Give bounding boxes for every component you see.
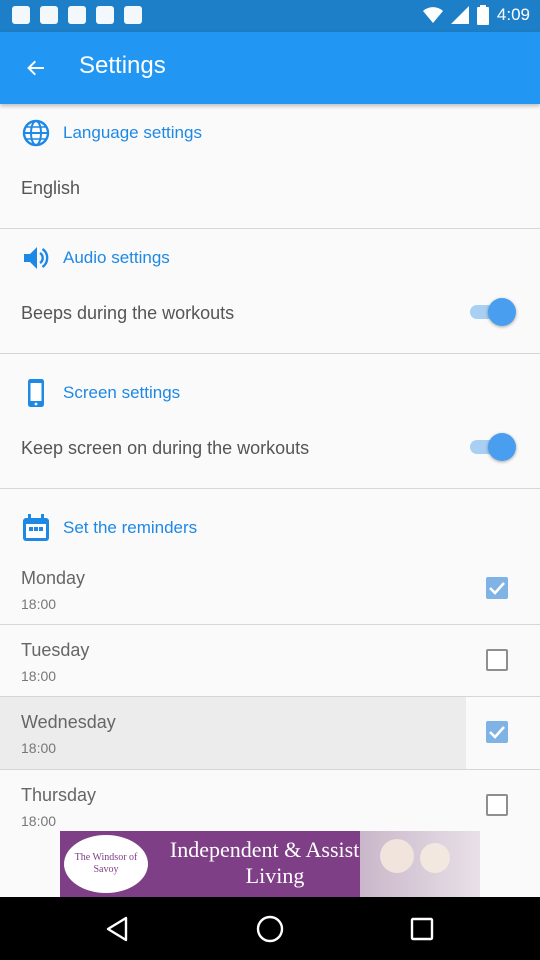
notification-icon: [96, 6, 114, 24]
wednesday-checkbox[interactable]: [486, 721, 508, 743]
ad-logo: The Windsor of Savoy: [64, 835, 148, 893]
ad-headline: Independent & Assisted Living: [169, 837, 381, 888]
status-time: 4:09: [496, 5, 530, 24]
day-time: 18:00: [21, 596, 57, 612]
triangle-back-icon: [106, 916, 128, 942]
calendar-icon: [23, 514, 49, 541]
day-time: 18:00: [21, 740, 57, 756]
audio-section-header: Audio settings: [0, 238, 540, 278]
day-time: 18:00: [21, 668, 57, 684]
divider: [0, 353, 540, 354]
notification-icon: [40, 6, 58, 24]
toggle-thumb: [488, 298, 516, 326]
audio-section-label: Audio settings: [63, 248, 170, 267]
reminder-row-wednesday[interactable]: Wednesday 18:00: [0, 697, 466, 769]
screen-section-header: Screen settings: [0, 373, 540, 413]
divider: [0, 488, 540, 489]
beeps-toggle[interactable]: [468, 298, 516, 326]
system-nav-bar: [0, 897, 540, 960]
beeps-label: Beeps during the workouts: [21, 303, 235, 323]
day-name: Tuesday: [21, 640, 90, 660]
square-recents-icon: [410, 917, 434, 941]
thursday-checkbox[interactable]: [486, 794, 508, 816]
arrow-left-icon: [27, 60, 44, 76]
app-bar: Settings: [0, 32, 540, 104]
reminder-row-tuesday[interactable]: Tuesday 18:00: [0, 627, 540, 699]
divider: [0, 624, 540, 625]
day-name: Monday: [21, 568, 86, 588]
ad-banner[interactable]: The Windsor of Savoy Independent & Assis…: [60, 831, 480, 897]
nav-back-button[interactable]: [102, 913, 134, 945]
page-title: Settings: [79, 52, 166, 79]
notification-icon: [12, 6, 30, 24]
circle-home-icon: [256, 915, 284, 943]
day-name: Thursday: [21, 785, 97, 805]
signal-icon: [450, 6, 469, 24]
check-icon: [489, 582, 505, 595]
wifi-icon: [422, 7, 443, 23]
notification-icons: [12, 6, 142, 24]
status-bar: 4:09: [0, 0, 540, 32]
ad-photo-person: [420, 843, 450, 873]
check-icon: [489, 726, 505, 739]
nav-home-button[interactable]: [254, 913, 286, 945]
keep-screen-toggle[interactable]: [468, 433, 516, 461]
nav-recents-button[interactable]: [406, 913, 438, 945]
battery-icon: [476, 5, 489, 25]
monday-checkbox[interactable]: [486, 577, 508, 599]
reminder-row-monday[interactable]: Monday 18:00: [0, 555, 540, 627]
notification-icon: [68, 6, 86, 24]
language-section-header: Language settings: [0, 113, 540, 153]
phone-icon: [28, 379, 44, 407]
toggle-thumb: [488, 433, 516, 461]
day-name: Wednesday: [21, 712, 116, 732]
ad-photo: [360, 831, 480, 897]
language-value[interactable]: English: [21, 178, 80, 199]
keep-screen-label: Keep screen on during the workouts: [21, 438, 310, 458]
notification-icon: [124, 6, 142, 24]
divider: [0, 228, 540, 229]
globe-icon: [22, 119, 50, 147]
ad-photo-person: [380, 839, 414, 873]
tuesday-checkbox[interactable]: [486, 649, 508, 671]
screen-section-label: Screen settings: [63, 383, 181, 402]
language-section-label: Language settings: [63, 123, 202, 142]
day-time: 18:00: [21, 813, 57, 829]
divider: [0, 769, 540, 770]
speaker-icon: [24, 247, 49, 269]
reminders-section-label: Set the reminders: [63, 518, 198, 537]
back-button[interactable]: [18, 50, 54, 86]
reminders-section-header: Set the reminders: [0, 508, 540, 548]
